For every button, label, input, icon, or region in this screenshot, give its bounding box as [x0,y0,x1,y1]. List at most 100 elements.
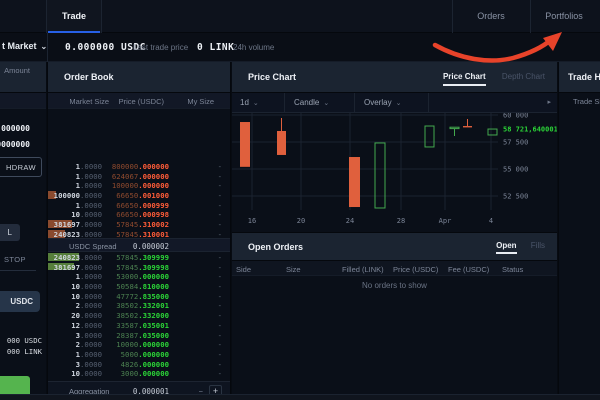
trade-history-panel: Trade His Trade Siz [558,62,600,400]
ask-row[interactable]: 1.0000 66650.000999 - [48,200,230,210]
order-form-column-band [0,93,46,109]
total-link: 000 LINK [7,347,42,356]
market-size-cell: 12.0000 [71,321,102,330]
ask-row[interactable]: 381697.000057845.310002- [48,219,230,229]
bid-row[interactable]: 20.0000 38502.332000 - [48,310,230,320]
bid-row[interactable]: 3.000028387.035000- [48,330,230,340]
withdraw-button[interactable]: HDRAW [0,157,42,177]
price-cell: 50584.810000 [116,282,169,291]
chevron-down-icon: ⌄ [396,100,402,107]
market-size-cell: 381697.0000 [54,263,102,272]
order-book-column-headers: Market Size Price (USDC) My Size [48,93,230,109]
last-trade-price-label: Last trade price [133,43,188,52]
bid-row[interactable]: 1.000053000.000000- [48,271,230,281]
overlay-dropdown[interactable]: Overlay⌄ [364,98,401,107]
nav-orders-link[interactable]: Orders [462,0,520,33]
market-size-cell: 10.0000 [71,210,102,219]
price-cell: 28387.035000 [116,331,169,340]
market-size-cell: 381697.0000 [54,220,102,229]
market-size-cell: 1.0000 [76,272,102,281]
bid-row[interactable]: 10.000047772.835000- [48,291,230,301]
ask-row[interactable]: 100000.000066650.001000- [48,190,230,200]
col-my-size: My Size [187,97,214,106]
col-market-size: Market Size [69,97,109,106]
bottom-strip [0,394,600,400]
empty-orders-message: No orders to show [232,281,557,290]
col-status: Status [502,265,523,274]
open-orders-tabs: Open Fills [484,241,545,254]
order-form-panel: Amount .000000 0000000 HDRAW L STOP USDC… [0,62,46,400]
tab-trade-label: Trade [62,11,86,21]
my-size-cell: - [218,360,222,369]
tab-fills[interactable]: Fills [531,241,545,252]
nav-separator [452,0,453,33]
tab-underline [0,270,36,271]
ask-row[interactable]: 1.0000624067.000000- [48,171,230,181]
bid-row[interactable]: 10.00003000.000000- [48,368,230,378]
col-price-usdc-: Price (USDC) [393,265,438,274]
stop-tab[interactable]: STOP [4,255,26,264]
market-selector-label: t Market [2,41,37,51]
x-axis-label: 16 [248,217,256,225]
market-size-cell: 100000.0000 [54,191,102,200]
market-size-cell: 10.0000 [71,282,102,291]
market-selector-dropdown[interactable]: t Market⌄ [2,41,47,51]
y-axis-label: 55 000 [503,166,528,174]
my-size-cell: - [218,201,222,210]
my-size-cell: - [218,272,222,281]
toolbar-separator [284,93,285,113]
price-cell: 4826.000000 [121,360,169,369]
ask-row[interactable]: 10.0000 66650.000998 - [48,209,230,219]
market-size-cell: 1.0000 [76,181,102,190]
sell-tab-fragment[interactable]: L [0,224,20,241]
nav-separator [101,0,102,33]
bid-row[interactable]: 240823.000057845.309999- [48,252,230,262]
my-size-cell: - [218,263,222,272]
candle [240,122,250,167]
nav-portfolios-link[interactable]: Portfolios [534,0,594,33]
balance-value-1: .000000 [0,124,30,133]
spread-row: USDC Spread 0.000002 [48,238,230,252]
market-size-cell: 1.0000 [76,350,102,359]
x-axis-label: 4 [489,217,493,225]
my-size-cell: - [218,311,222,320]
price-cell: 66650.000998 [116,210,169,219]
market-size-cell: 1.0000 [76,201,102,210]
candlestick-chart[interactable]: 60 00057 50055 00052 50016202428Apr458 7… [232,113,557,232]
market-size-cell: 20.0000 [71,311,102,320]
tab-open[interactable]: Open [496,241,516,254]
currency-button[interactable]: USDC [0,291,40,312]
bid-row[interactable]: 10.0000 50584.810000 - [48,281,230,291]
interval-dropdown[interactable]: 1d⌄ [240,98,259,107]
price-cell: 66650.001000 [116,191,169,200]
chevron-down-icon: ⌄ [323,100,329,107]
bid-row[interactable]: 1.00005000.000000- [48,349,230,359]
price-cell: 38502.332000 [116,311,169,320]
ask-row[interactable]: 1.0000100000.000000- [48,180,230,190]
my-size-cell: - [218,210,222,219]
my-size-cell: - [218,282,222,291]
tab-trade[interactable]: Trade [47,0,101,33]
bid-row[interactable]: 2.000010000.000000- [48,339,230,349]
tab-depth-chart[interactable]: Depth Chart [502,72,545,84]
price-cell: 3000.000000 [121,369,169,378]
bid-row[interactable]: 2.000038502.332001- [48,300,230,310]
my-size-cell: - [218,350,222,359]
my-size-cell: - [218,331,222,340]
bid-row[interactable]: 12.000033587.035001- [48,320,230,330]
trade-history-header: Trade His [559,62,600,93]
expand-arrow-icon[interactable]: ▸ [547,98,551,106]
bid-row[interactable]: 3.0000 4826.000000 - [48,359,230,369]
order-book-title: Order Book [64,72,114,82]
my-size-cell: - [218,369,222,378]
y-axis-label: 52 500 [503,193,528,201]
col-trade-size: Trade Siz [573,97,600,106]
bid-row[interactable]: 381697.000057845.309998- [48,262,230,272]
price-cell: 66650.000999 [116,201,169,210]
market-size-cell: 3.0000 [76,360,102,369]
tab-price-chart[interactable]: Price Chart [443,72,486,86]
candle-type-dropdown[interactable]: Candle⌄ [294,98,329,107]
x-axis-label: 24 [346,217,354,225]
ask-row[interactable]: 1.0000800000.000000- [48,161,230,171]
chevron-down-icon: ⌄ [253,100,259,107]
